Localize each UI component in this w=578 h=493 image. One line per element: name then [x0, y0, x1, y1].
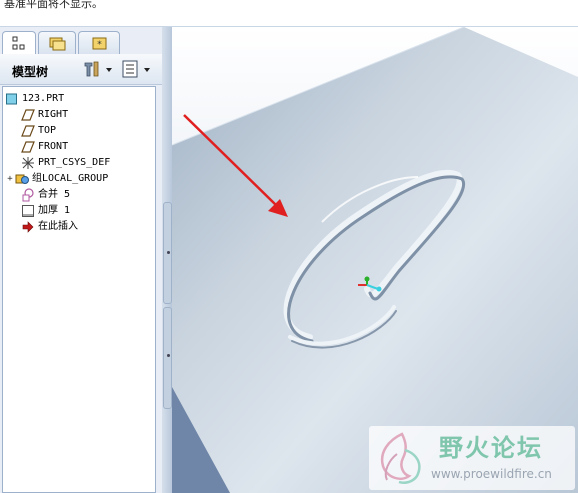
model-tree-icon [12, 36, 25, 50]
tree-item-label: TOP [38, 125, 57, 136]
tree-item-label: 组LOCAL_GROUP [32, 173, 109, 184]
tab-model-tree[interactable] [2, 31, 36, 55]
splitter-grip-upper[interactable] [163, 202, 172, 304]
tree-item-insert-here[interactable]: 在此插入 [21, 219, 78, 235]
model-tree-title: 模型树 [12, 65, 49, 79]
part-icon [6, 93, 17, 105]
model-tree-toolbar: 模型树 [0, 54, 162, 85]
splitter-grip-lower[interactable] [163, 307, 172, 409]
tree-item-label: 123.PRT [22, 93, 65, 104]
model-view[interactable] [172, 27, 578, 493]
navigator-tabs: * [0, 27, 162, 55]
merge-icon [22, 188, 34, 202]
watermark-url: www.proewildfire.cn [431, 467, 552, 481]
tree-item-top[interactable]: TOP [21, 123, 56, 139]
panel-splitter[interactable] [162, 27, 172, 493]
tree-item-front[interactable]: FRONT [21, 139, 68, 155]
watermark-logo: 野火论坛 www.proewildfire.cn [369, 426, 575, 490]
tree-item-right[interactable]: RIGHT [21, 107, 68, 123]
datum-plane-icon [21, 109, 35, 121]
expand-plus-icon[interactable]: + [5, 174, 15, 184]
watermark-title: 野火论坛 [439, 434, 543, 462]
tab-favorites[interactable]: * [78, 31, 120, 54]
datum-plane-icon [21, 125, 35, 137]
favorites-icon: * [92, 37, 107, 50]
tree-item-thicken[interactable]: 加厚 1 [21, 203, 70, 219]
tree-item-label: 合并 5 [38, 189, 71, 200]
csys-icon [22, 157, 34, 169]
model-tree: 123.PRT RIGHT TOP FRONT PRT_CSYS_DEF + 组L… [2, 86, 156, 493]
tab-folder-browser[interactable] [38, 31, 76, 54]
graphics-viewport[interactable]: 野火论坛 www.proewildfire.cn [172, 27, 578, 493]
svg-text:*: * [97, 40, 102, 50]
tree-item-part[interactable]: 123.PRT [5, 91, 64, 107]
message-bar: 基准平面将不显示。 [0, 0, 578, 27]
tree-item-label: PRT_CSYS_DEF [38, 157, 111, 168]
tree-item-local-group[interactable]: + 组LOCAL_GROUP [5, 171, 108, 187]
tree-item-label: RIGHT [38, 109, 69, 120]
tree-item-label: 在此插入 [38, 221, 78, 232]
tree-item-merge[interactable]: 合并 5 [21, 187, 70, 203]
tree-item-label: 加厚 1 [38, 205, 71, 216]
message-text: 基准平面将不显示。 [4, 0, 103, 10]
navigator-panel: * 模型树 123.PRT RIGHT TOP FRONT PRT_CSYS_D… [0, 27, 162, 493]
show-list-icon[interactable] [120, 59, 156, 79]
insert-here-icon [22, 221, 34, 233]
folder-icon [49, 37, 66, 51]
settings-tools-icon[interactable] [82, 59, 116, 79]
tree-item-label: FRONT [38, 141, 69, 152]
group-icon [15, 174, 29, 184]
thicken-icon [22, 205, 34, 217]
datum-plane-icon [21, 141, 35, 153]
watermark-flame-icon [380, 432, 421, 484]
tree-item-csys[interactable]: PRT_CSYS_DEF [21, 155, 110, 171]
